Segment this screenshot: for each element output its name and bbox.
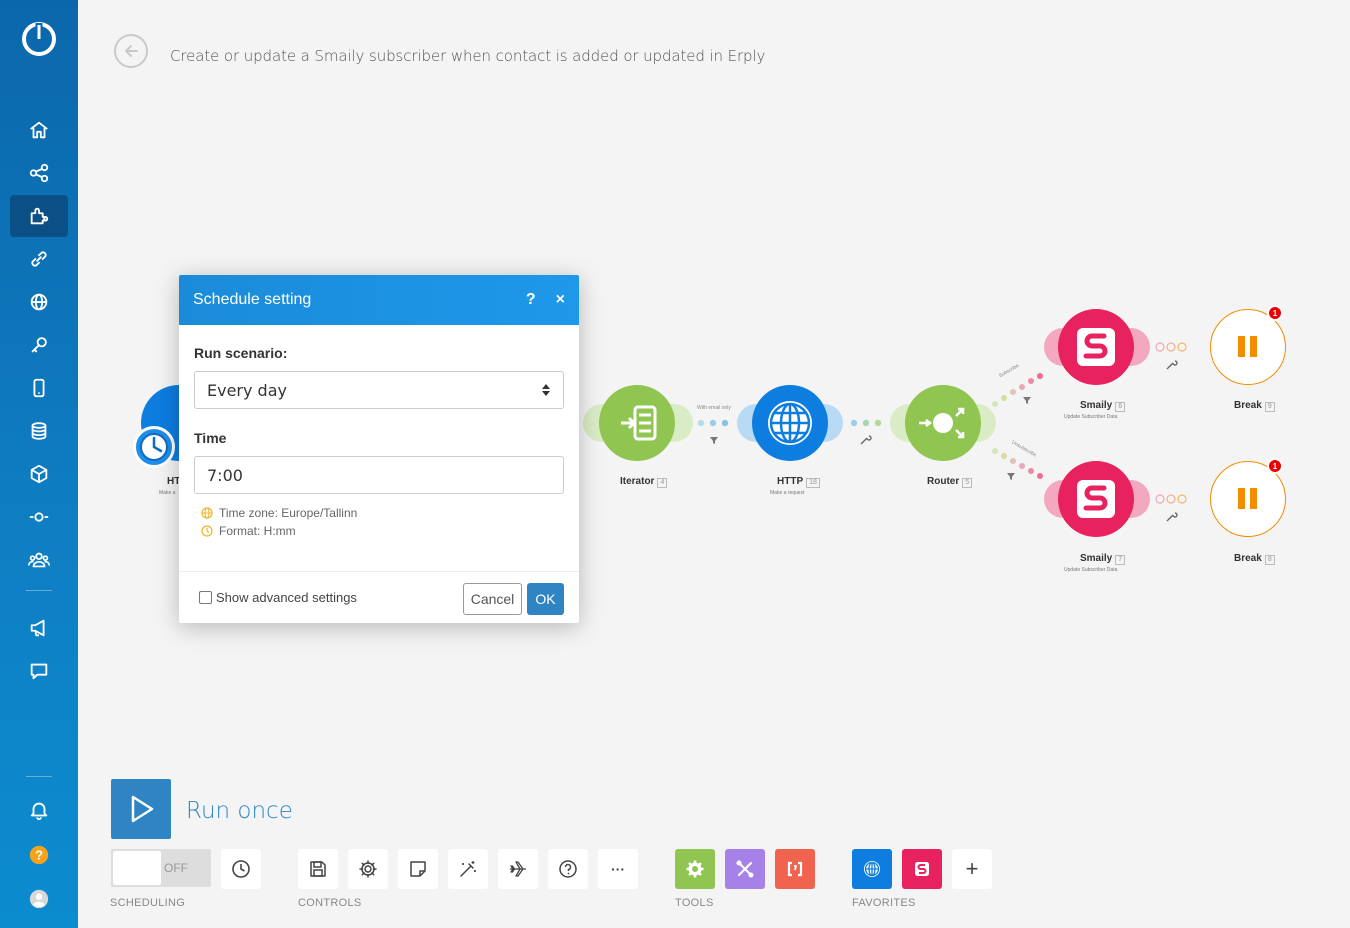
toggle-label: OFF	[164, 861, 188, 875]
sort-arrows-icon	[542, 384, 550, 396]
time-input[interactable]: 7:00	[194, 456, 564, 494]
dialog-header: Schedule setting ? ×	[179, 275, 579, 325]
node-label: Break 8	[1234, 553, 1275, 565]
run-scenario-label: Run scenario:	[194, 345, 288, 361]
router-node[interactable]	[905, 385, 981, 461]
save-button[interactable]	[298, 849, 338, 889]
gear-icon	[686, 860, 704, 878]
favorite-smaily-button[interactable]	[902, 849, 942, 889]
close-button[interactable]: ×	[556, 291, 565, 309]
smaily-node[interactable]	[1058, 461, 1134, 537]
help-button[interactable]	[548, 849, 588, 889]
toggle-knob	[113, 851, 161, 885]
clock-icon	[201, 525, 213, 537]
clock-icon[interactable]	[133, 426, 175, 468]
format-hint: Format: H:mm	[201, 524, 296, 538]
run-scenario-value: Every day	[207, 380, 287, 400]
explain-flow-button[interactable]	[498, 849, 538, 889]
iterator-icon	[621, 405, 657, 441]
auto-align-button[interactable]	[448, 849, 488, 889]
tools-icon	[736, 860, 754, 878]
clock-icon	[232, 860, 250, 878]
help-button[interactable]: ?	[526, 291, 536, 309]
favorite-http-button[interactable]	[852, 849, 892, 889]
timezone-hint: Time zone: Europe/Tallinn	[201, 506, 357, 520]
node-label: Break 9	[1234, 400, 1275, 412]
node-label: Smaily 6	[1080, 400, 1126, 412]
scheduling-group-label: SCHEDULING	[110, 897, 186, 909]
favorites-group-label: FAVORITES	[852, 897, 916, 909]
schedule-settings-button[interactable]	[221, 849, 261, 889]
settings-button[interactable]	[348, 849, 388, 889]
airplane-icon	[510, 861, 526, 877]
smaily-icon	[1077, 328, 1115, 366]
more-button[interactable]: ···	[598, 849, 638, 889]
globe-icon	[864, 861, 880, 877]
advanced-settings-label: Show advanced settings	[216, 590, 357, 605]
node-label: Iterator 4	[620, 476, 668, 488]
http-node[interactable]	[752, 385, 828, 461]
time-label: Time	[194, 430, 227, 446]
note-icon	[410, 861, 426, 877]
tools-text-parser-button[interactable]	[775, 849, 815, 889]
smaily-icon	[915, 862, 929, 876]
smaily-icon	[1077, 480, 1115, 518]
node-label: Router 5	[927, 476, 973, 488]
node-sub: Make a	[159, 490, 176, 496]
tools-group-label: TOOLS	[675, 897, 714, 909]
advanced-settings-checkbox[interactable]	[199, 591, 212, 604]
controls-group-label: CONTROLS	[298, 897, 362, 909]
smaily-node[interactable]	[1058, 309, 1134, 385]
node-label: HTTP 18	[777, 476, 820, 488]
node-label: Smaily 7	[1080, 553, 1126, 565]
scheduling-toggle[interactable]	[111, 849, 211, 887]
run-scenario-select[interactable]: Every day	[194, 371, 564, 409]
dialog-title: Schedule setting	[193, 291, 312, 308]
tools-flow-control-button[interactable]	[725, 849, 765, 889]
dialog-footer: Show advanced settings Cancel OK	[179, 571, 579, 623]
brackets-icon	[787, 861, 803, 877]
question-icon	[559, 860, 577, 878]
node-sub: Update Subscriber Data	[1064, 414, 1118, 420]
error-badge: 1	[1267, 458, 1283, 474]
run-once-label[interactable]: Run once	[186, 798, 293, 824]
route-label: With email only	[697, 405, 731, 411]
schedule-setting-dialog: Schedule setting ? × Run scenario: Every…	[179, 275, 579, 623]
globe-icon	[768, 401, 812, 445]
add-favorite-button[interactable]: +	[952, 849, 992, 889]
globe-icon	[201, 507, 213, 519]
ok-button[interactable]: OK	[527, 583, 564, 615]
run-once-button[interactable]	[111, 779, 171, 839]
advanced-settings-toggle[interactable]: Show advanced settings	[199, 590, 357, 605]
node-sub: Update Subscriber Data	[1064, 567, 1118, 573]
tools-gear-button[interactable]	[675, 849, 715, 889]
router-icon	[919, 407, 965, 439]
magic-wand-icon	[460, 861, 476, 877]
save-icon	[310, 861, 326, 877]
play-icon	[131, 795, 154, 823]
cancel-button[interactable]: Cancel	[463, 583, 522, 615]
gear-icon	[359, 860, 377, 878]
notes-button[interactable]	[398, 849, 438, 889]
iterator-node[interactable]	[599, 385, 675, 461]
error-badge: 1	[1267, 305, 1283, 321]
node-sub: Make a request	[770, 490, 805, 496]
time-value: 7:00	[207, 465, 243, 485]
